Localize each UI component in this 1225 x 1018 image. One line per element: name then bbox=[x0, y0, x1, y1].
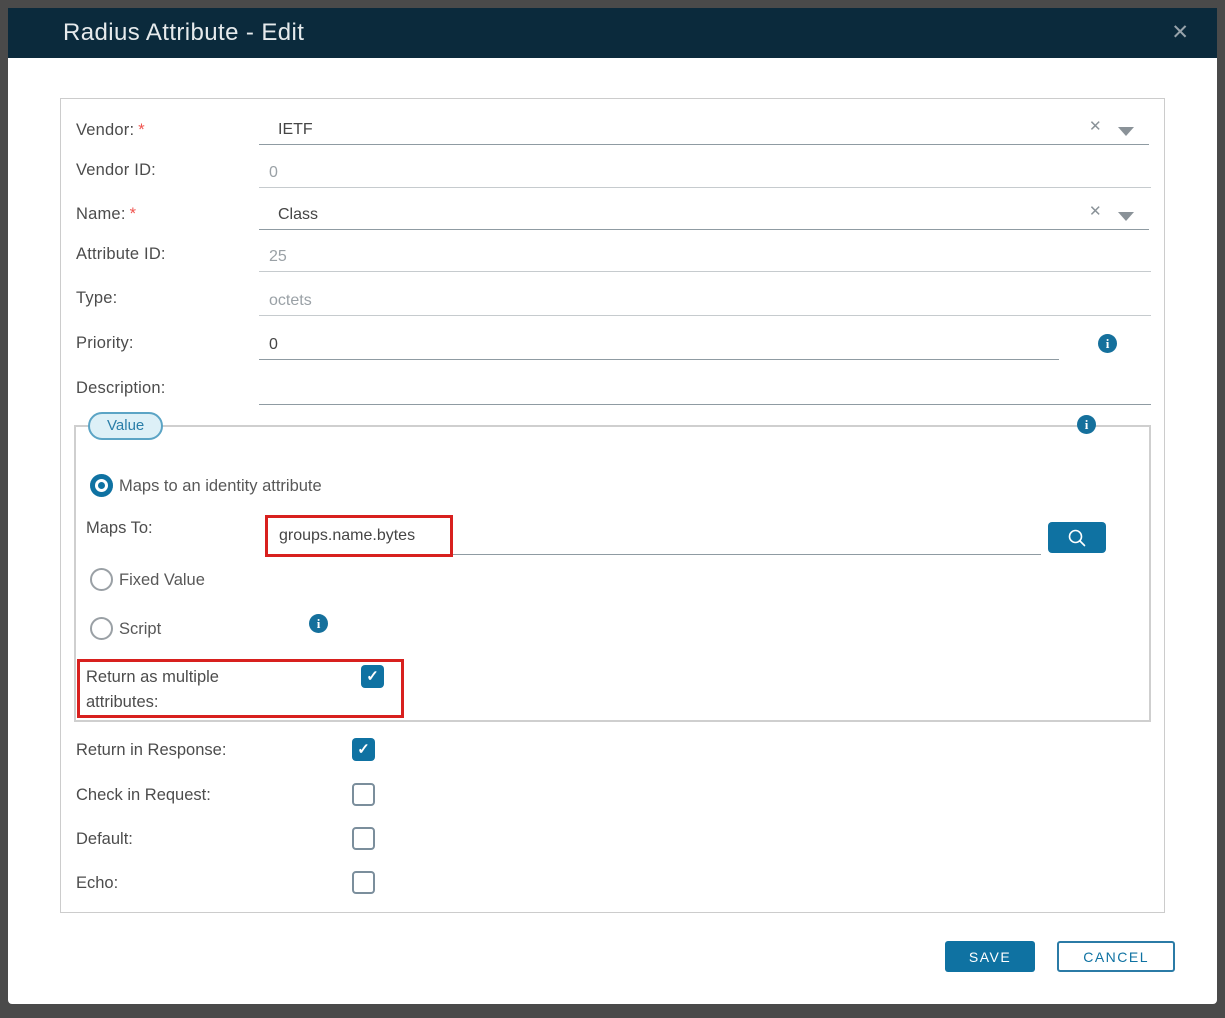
value-section: Value i Maps to an identity attribute Ma… bbox=[74, 425, 1151, 722]
radio-fixed-value[interactable] bbox=[90, 568, 113, 591]
attribute-id-label: Attribute ID: bbox=[76, 244, 166, 264]
echo-checkbox[interactable] bbox=[352, 871, 375, 894]
priority-label: Priority: bbox=[76, 333, 134, 353]
name-label: Name:* bbox=[76, 204, 136, 224]
vendor-underline bbox=[259, 144, 1149, 145]
caret-down-icon[interactable] bbox=[1118, 212, 1134, 221]
priority-label-text: Priority: bbox=[76, 334, 134, 352]
radio-maps-to-identity-label: Maps to an identity attribute bbox=[119, 476, 322, 496]
close-icon[interactable]: ✕ bbox=[1171, 21, 1189, 45]
default-label: Default: bbox=[76, 828, 133, 850]
description-label-text: Description: bbox=[76, 379, 166, 397]
search-icon bbox=[1067, 528, 1087, 548]
value-tab[interactable]: Value bbox=[88, 412, 163, 440]
vendor-combobox-value[interactable]: IETF bbox=[278, 120, 313, 140]
attribute-id-value: 25 bbox=[269, 247, 287, 267]
return-in-response-label: Return in Response: bbox=[76, 739, 226, 761]
priority-input[interactable]: 0 bbox=[269, 335, 278, 355]
type-label: Type: bbox=[76, 288, 117, 308]
type-value: octets bbox=[269, 291, 312, 311]
maps-to-input[interactable]: groups.name.bytes bbox=[268, 518, 450, 553]
radius-attribute-edit-dialog: Radius Attribute - Edit ✕ Vendor:* IETF … bbox=[8, 8, 1217, 1004]
name-combobox-value[interactable]: Class bbox=[278, 205, 318, 225]
required-marker: * bbox=[130, 205, 137, 223]
priority-underline bbox=[259, 359, 1059, 360]
multi-attr-label-line2: attributes: bbox=[86, 690, 219, 715]
info-icon[interactable]: i bbox=[1077, 415, 1096, 434]
search-button[interactable] bbox=[1048, 522, 1106, 553]
vendor-label-text: Vendor: bbox=[76, 121, 134, 139]
clear-icon[interactable]: ✕ bbox=[1089, 204, 1102, 220]
attribute-id-label-text: Attribute ID: bbox=[76, 245, 166, 263]
caret-down-icon[interactable] bbox=[1118, 127, 1134, 136]
info-icon[interactable]: i bbox=[1098, 334, 1117, 353]
radio-script[interactable] bbox=[90, 617, 113, 640]
radio-fixed-value-label: Fixed Value bbox=[119, 570, 205, 590]
save-button[interactable]: SAVE bbox=[945, 941, 1035, 972]
vendor-id-value: 0 bbox=[269, 163, 278, 183]
vendor-id-label: Vendor ID: bbox=[76, 160, 156, 180]
dialog-footer: SAVE CANCEL bbox=[945, 941, 1175, 972]
annotation-box-multi-attr: Return as multiple attributes: ✓ bbox=[77, 659, 404, 718]
dialog-header: Radius Attribute - Edit ✕ bbox=[8, 8, 1217, 58]
multi-attr-label: Return as multiple attributes: bbox=[86, 665, 219, 715]
name-underline bbox=[259, 229, 1149, 230]
return-in-response-checkbox[interactable]: ✓ bbox=[352, 738, 375, 761]
check-in-request-label: Check in Request: bbox=[76, 784, 211, 806]
name-label-text: Name: bbox=[76, 205, 126, 223]
multi-attr-label-line1: Return as multiple bbox=[86, 665, 219, 690]
annotation-box-maps-to: groups.name.bytes bbox=[265, 515, 453, 557]
vendor-id-label-text: Vendor ID: bbox=[76, 161, 156, 179]
info-letter: i bbox=[1077, 415, 1096, 434]
form-panel: Vendor:* IETF ✕ Vendor ID: 0 Name:* Clas… bbox=[60, 98, 1165, 913]
check-in-request-checkbox[interactable] bbox=[352, 783, 375, 806]
check-icon: ✓ bbox=[361, 665, 384, 688]
attribute-id-underline bbox=[259, 271, 1151, 272]
type-label-text: Type: bbox=[76, 289, 117, 307]
dialog-title: Radius Attribute - Edit bbox=[63, 19, 304, 47]
radio-maps-to-identity[interactable] bbox=[90, 474, 113, 497]
multi-attr-checkbox[interactable]: ✓ bbox=[361, 665, 384, 688]
required-marker: * bbox=[138, 121, 145, 139]
type-underline bbox=[259, 315, 1151, 316]
check-icon: ✓ bbox=[352, 738, 375, 761]
clear-icon[interactable]: ✕ bbox=[1089, 119, 1102, 135]
vendor-label: Vendor:* bbox=[76, 120, 145, 140]
description-underline bbox=[259, 404, 1151, 405]
description-label: Description: bbox=[76, 378, 166, 398]
info-icon[interactable]: i bbox=[309, 614, 328, 633]
radio-script-label: Script bbox=[119, 619, 161, 639]
cancel-button[interactable]: CANCEL bbox=[1057, 941, 1175, 972]
maps-to-label: Maps To: bbox=[86, 518, 153, 538]
info-letter: i bbox=[309, 614, 328, 633]
vendor-id-underline bbox=[259, 187, 1151, 188]
info-letter: i bbox=[1098, 334, 1117, 353]
echo-label: Echo: bbox=[76, 872, 118, 894]
default-checkbox[interactable] bbox=[352, 827, 375, 850]
